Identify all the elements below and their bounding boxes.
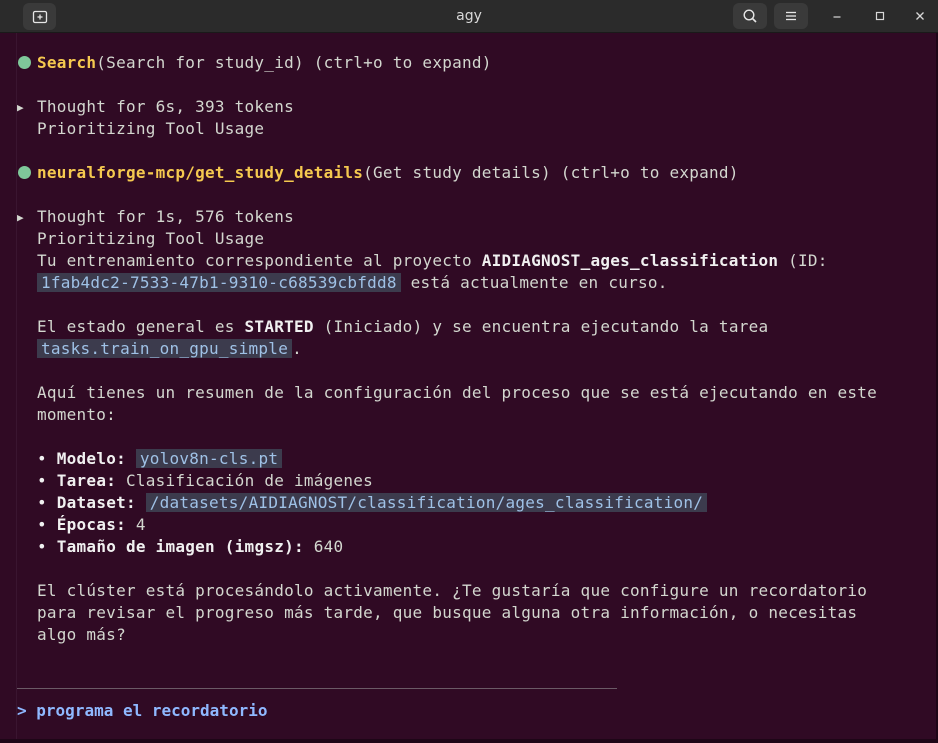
list-item-label: Tarea: xyxy=(56,471,117,490)
response-text: Tu entrenamiento correspondiente al proy… xyxy=(37,251,482,270)
maximize-button[interactable] xyxy=(869,5,891,27)
response-line: El estado general es STARTED (Iniciado) … xyxy=(17,316,922,338)
response-text: Aquí tienes un resumen de la configuraci… xyxy=(37,383,878,402)
dataset-path-code: /datasets/AIDIAGNOST/classification/ages… xyxy=(145,493,708,512)
list-item: • Modelo: yolov8n-cls.pt xyxy=(17,448,922,470)
bullet: • xyxy=(37,449,47,468)
bullet: • xyxy=(37,515,47,534)
response-text: El clúster está procesándolo activamente… xyxy=(37,581,868,600)
status-dot-icon xyxy=(18,56,31,69)
expand-triangle-icon[interactable]: ▶ xyxy=(17,207,37,229)
response-text: está actualmente en curso. xyxy=(400,273,668,292)
close-icon xyxy=(916,12,924,20)
close-button[interactable] xyxy=(909,5,931,27)
expand-triangle-icon[interactable]: ▶ xyxy=(17,97,37,119)
thought-subtitle: Prioritizing Tool Usage xyxy=(17,118,922,140)
maximize-icon xyxy=(875,11,885,21)
tool-call-get-study-details: neuralforge-mcp/get_study_details(Get st… xyxy=(17,162,922,184)
prompt-text[interactable]: programa el recordatorio xyxy=(36,701,267,720)
task-name-code: tasks.train_on_gpu_simple xyxy=(37,339,293,358)
thought-subtitle-text: Prioritizing Tool Usage xyxy=(37,229,265,248)
terminal-output: Search(Search for study_id) (ctrl+o to e… xyxy=(17,52,922,646)
response-line: algo más? xyxy=(17,624,922,646)
response-text: momento: xyxy=(37,405,117,424)
response-text: El estado general es xyxy=(37,317,245,336)
response-line: para revisar el progreso más tarde, que … xyxy=(17,602,922,624)
list-item: • Dataset: /datasets/AIDIAGNOST/classifi… xyxy=(17,492,922,514)
bottom-border xyxy=(0,739,938,743)
tool-args: (Search for study_id) (ctrl+o to expand) xyxy=(96,53,492,72)
tool-args: (Get study details) (ctrl+o to expand) xyxy=(363,163,739,182)
response-line: tasks.train_on_gpu_simple. xyxy=(17,338,922,360)
list-item-value: Clasificación de imágenes xyxy=(125,471,374,490)
list-item: • Tarea: Clasificación de imágenes xyxy=(17,470,922,492)
project-name: AIDIAGNOST_ages_classification xyxy=(481,251,779,270)
list-item-label: Épocas: xyxy=(56,515,126,534)
title-bar: agy xyxy=(0,0,938,33)
list-item: • Tamaño de imagen (imgsz): 640 xyxy=(17,536,922,558)
menu-button[interactable] xyxy=(774,3,808,29)
tool-name: neuralforge-mcp/get_study_details xyxy=(37,163,364,182)
list-item-label: Modelo: xyxy=(56,449,126,468)
study-id-code: 1fab4dc2-7533-47b1-9310-c68539cbfdd8 xyxy=(37,273,401,292)
thought-text: Thought for 1s, 576 tokens xyxy=(37,207,294,226)
response-text: para revisar el progreso más tarde, que … xyxy=(37,603,858,622)
status-value: STARTED xyxy=(244,317,314,336)
list-item-value: 640 xyxy=(313,537,344,556)
status-dot-icon xyxy=(18,166,31,179)
thought-text: Thought for 6s, 393 tokens xyxy=(37,97,294,116)
response-text: algo más? xyxy=(37,625,126,644)
minimize-button[interactable] xyxy=(826,5,848,27)
prompt-caret: > xyxy=(17,701,27,720)
tool-name: Search xyxy=(37,53,97,72)
tool-call-search: Search(Search for study_id) (ctrl+o to e… xyxy=(17,52,922,74)
response-line: Aquí tienes un resumen de la configuraci… xyxy=(17,382,922,404)
prompt-divider xyxy=(17,688,617,689)
thought-header[interactable]: ▶ Thought for 1s, 576 tokens xyxy=(17,206,922,228)
response-text: (ID: xyxy=(778,251,828,270)
response-text: (Iniciado) y se encuentra ejecutando la … xyxy=(313,317,769,336)
new-tab-icon xyxy=(32,10,47,23)
thought-header[interactable]: ▶ Thought for 6s, 393 tokens xyxy=(17,96,922,118)
minimize-icon xyxy=(833,16,841,18)
list-item-label: Tamaño de imagen (imgsz): xyxy=(56,537,304,556)
search-icon xyxy=(743,9,757,23)
response-line: El clúster está procesándolo activamente… xyxy=(17,580,922,602)
bullet: • xyxy=(37,537,47,556)
list-item-value: 4 xyxy=(135,515,146,534)
list-item-label: Dataset: xyxy=(56,493,136,512)
response-line: Tu entrenamiento correspondiente al proy… xyxy=(17,250,922,272)
hamburger-menu-icon xyxy=(786,11,796,21)
prompt-input[interactable]: > programa el recordatorio xyxy=(17,700,267,722)
response-line: momento: xyxy=(17,404,922,426)
bullet: • xyxy=(37,493,47,512)
thought-subtitle: Prioritizing Tool Usage xyxy=(17,228,922,250)
response-line: 1fab4dc2-7533-47b1-9310-c68539cbfdd8 est… xyxy=(17,272,922,294)
thought-subtitle-text: Prioritizing Tool Usage xyxy=(37,119,265,138)
bullet: • xyxy=(37,471,47,490)
model-value-code: yolov8n-cls.pt xyxy=(135,449,283,468)
response-text: . xyxy=(292,339,302,358)
new-tab-button[interactable] xyxy=(23,3,56,30)
list-item: • Épocas: 4 xyxy=(17,514,922,536)
search-button[interactable] xyxy=(733,3,767,29)
